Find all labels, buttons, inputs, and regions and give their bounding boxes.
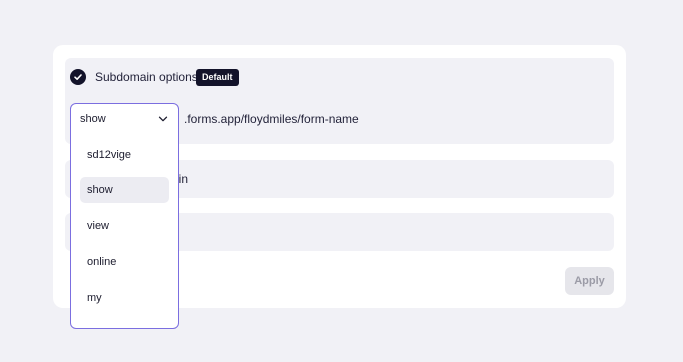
check-circle-icon[interactable] bbox=[70, 69, 86, 85]
subdomain-options-title: Subdomain options bbox=[95, 70, 198, 84]
subdomain-select[interactable]: show bbox=[71, 104, 178, 134]
option-show[interactable]: show bbox=[80, 177, 169, 203]
option-view[interactable]: view bbox=[80, 213, 169, 239]
option-sd12vige[interactable]: sd12vige bbox=[80, 142, 169, 168]
chevron-down-icon[interactable] bbox=[158, 114, 168, 124]
subdomain-dropdown[interactable]: show sd12vige show view online my bbox=[70, 103, 179, 329]
default-badge: Default bbox=[196, 69, 239, 86]
domain-suffix: .forms.app/floydmiles/form-name bbox=[184, 112, 359, 126]
option-online[interactable]: online bbox=[80, 249, 169, 275]
selected-subdomain: show bbox=[80, 113, 106, 125]
apply-button[interactable]: Apply bbox=[565, 267, 614, 295]
option-my[interactable]: my bbox=[80, 285, 169, 311]
